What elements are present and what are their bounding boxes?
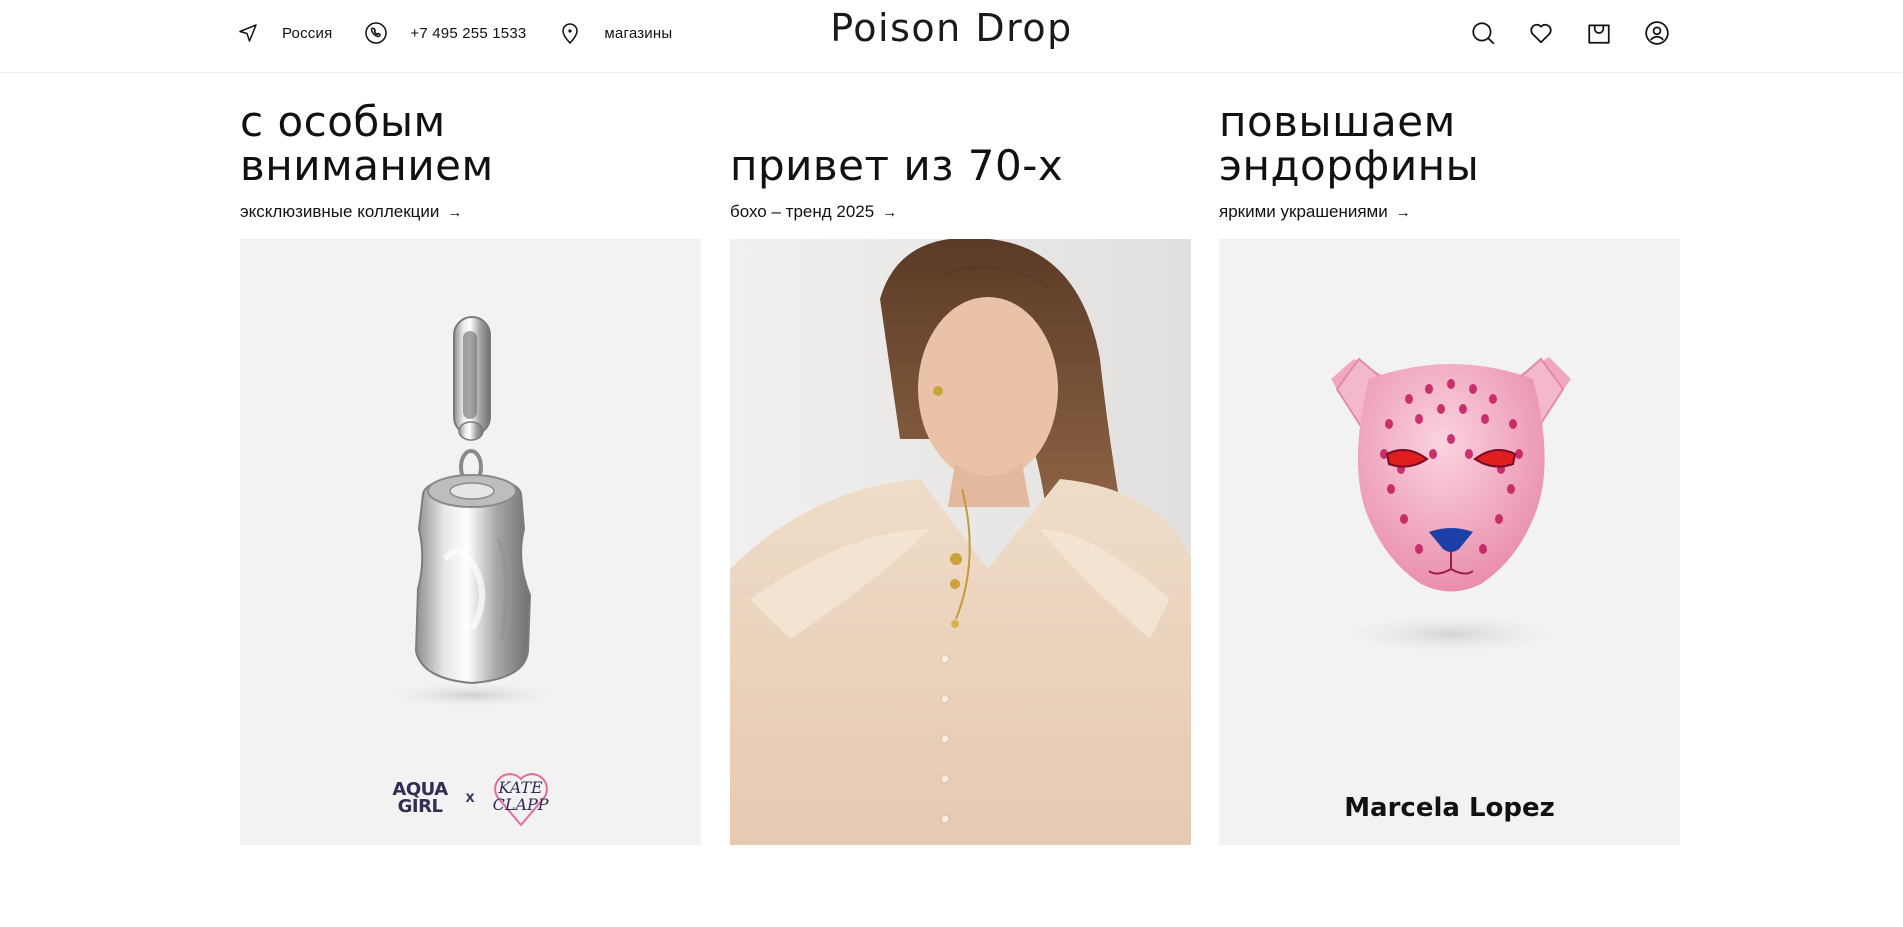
title-line: повышаем <box>1219 97 1456 146</box>
promo-card-link[interactable]: эксклюзивные коллекции → <box>240 200 462 224</box>
promo-card-link[interactable]: бохо – тренд 2025 → <box>730 200 897 224</box>
promo-card-image[interactable]: AQUA GIRL x KATE CLAPP <box>240 239 701 845</box>
title-line: вниманием <box>240 141 494 190</box>
kate-clapp-logo: KATE CLAPP <box>493 769 549 827</box>
shopping-bag-icon <box>1586 20 1612 46</box>
search-button[interactable] <box>1468 18 1498 48</box>
promo-card-image[interactable] <box>730 239 1191 845</box>
heart-icon <box>1528 20 1554 46</box>
promo-card-link[interactable]: яркими украшениями → <box>1219 200 1411 224</box>
promo-card-boho: привет из 70-х бохо – тренд 2025 → <box>730 100 1191 845</box>
kate-clapp-text: KATE CLAPP <box>493 779 549 813</box>
model-photo <box>730 239 1191 845</box>
promo-card-exclusive: с особым вниманием эксклюзивные коллекции… <box>240 100 701 845</box>
arrow-right-icon: → <box>882 203 898 221</box>
cart-button[interactable] <box>1584 18 1614 48</box>
arrow-right-icon: → <box>1395 203 1411 221</box>
promo-card-link-label: бохо – тренд 2025 <box>730 202 875 221</box>
arrow-right-icon: → <box>447 203 463 221</box>
promo-card-header: повышаем эндорфины яркими украшениями → <box>1219 100 1680 224</box>
wishlist-button[interactable] <box>1526 18 1556 48</box>
promo-card-title: привет из 70-х <box>730 141 1064 190</box>
search-icon <box>1470 20 1496 46</box>
brand-label: Marcela Lopez <box>1344 793 1555 823</box>
promo-card-image[interactable]: Marcela Lopez <box>1219 239 1680 845</box>
promo-card-link-label: эксклюзивные коллекции <box>240 202 440 221</box>
promo-card-link-label: яркими украшениями <box>1219 202 1388 221</box>
promo-card-title: с особым вниманием <box>240 100 494 188</box>
aqua-girl-logo: AQUA GIRL <box>392 781 448 817</box>
leopard-ring-image <box>1331 357 1571 656</box>
promo-card-endorphins: повышаемэндорфины яркими украшениями → <box>1219 100 1680 845</box>
title-line: эндорфины <box>1219 141 1480 190</box>
brand-line: CLAPP <box>492 795 549 814</box>
promo-card-title: повышаем эндорфины <box>1219 100 1479 188</box>
brand-line: GIRL <box>397 796 443 817</box>
site-header: Россия +7 495 255 1533 магазины Poison D… <box>0 0 1903 73</box>
user-icon <box>1644 20 1670 46</box>
collab-logo: AQUA GIRL x KATE CLAPP <box>240 769 701 827</box>
can-pendant-image <box>377 316 567 709</box>
account-button[interactable] <box>1642 18 1672 48</box>
header-actions <box>1468 18 1672 48</box>
collab-separator: x <box>465 789 475 806</box>
promo-card-header: привет из 70-х бохо – тренд 2025 → <box>730 100 1191 224</box>
title-line: с особым <box>240 97 446 146</box>
promo-card-header: с особым вниманием эксклюзивные коллекции… <box>240 100 701 224</box>
